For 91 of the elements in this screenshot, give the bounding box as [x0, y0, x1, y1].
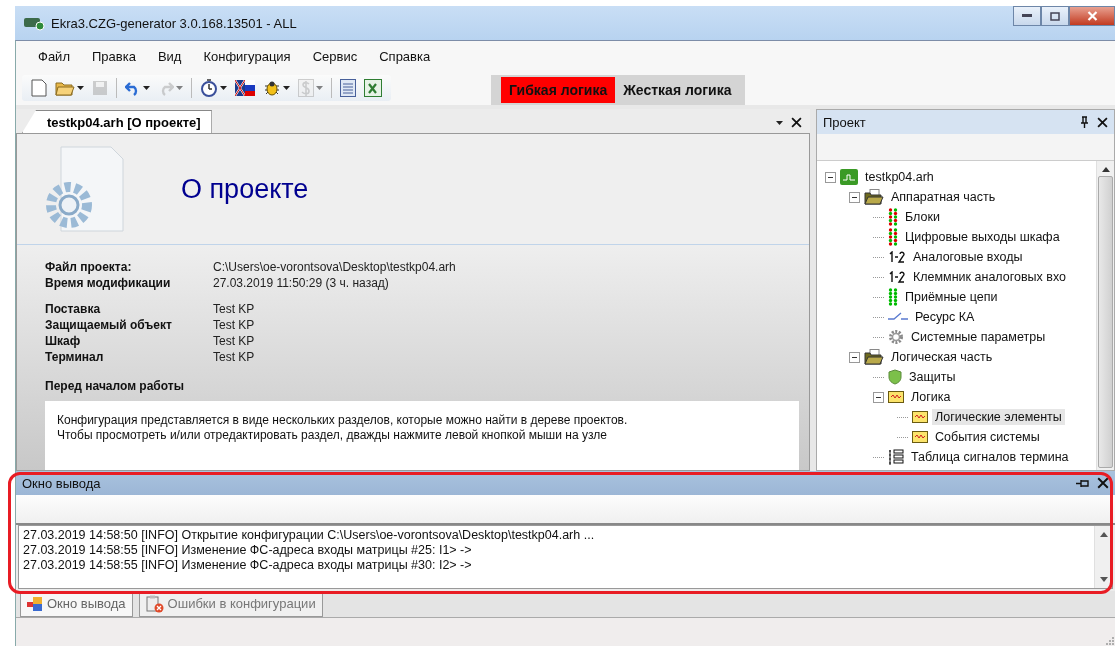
- minimize-button[interactable]: [1013, 6, 1041, 26]
- menu-item[interactable]: Файл: [28, 44, 80, 68]
- folder-icon: [864, 349, 884, 365]
- menu-item[interactable]: Конфигурация: [193, 44, 301, 68]
- folder-icon[interactable]: [55, 80, 75, 96]
- menu-item[interactable]: Вид: [147, 44, 192, 68]
- field-value: Test KP: [213, 317, 256, 333]
- tree-item[interactable]: Защиты: [906, 369, 959, 385]
- tree-item[interactable]: Логическая часть: [888, 349, 996, 365]
- field-label: Защищаемый объект: [45, 317, 173, 333]
- field-label: Файл проекта:: [45, 259, 133, 275]
- board-icon: [840, 169, 858, 185]
- field-value: Test KP: [213, 333, 256, 349]
- led-grid-icon: [888, 228, 898, 246]
- one-two-icon: [888, 271, 906, 283]
- caret-icon[interactable]: [143, 86, 150, 90]
- table-icon: [888, 449, 904, 465]
- app-logo-icon: [23, 15, 45, 31]
- window-title: Ekra3.CZG-generator 3.0.168.13501 - ALL: [51, 15, 297, 31]
- tree-item[interactable]: Логика: [908, 389, 954, 405]
- caret-icon[interactable]: [776, 120, 783, 125]
- tree-item[interactable]: События системы: [932, 429, 1043, 445]
- log-line: 27.03.2019 14:58:50 [INFO] Открытие конфигурации C:\Users\oe-vorontsova\Desktop\testkp04.arh ...: [23, 528, 596, 543]
- stopwatch-icon[interactable]: [200, 79, 218, 97]
- bug-icon[interactable]: [263, 80, 281, 96]
- collapse-toggle[interactable]: [873, 391, 884, 403]
- scroll-down-icon[interactable]: [1099, 577, 1108, 582]
- tree-item[interactable]: Таблица сигналов термина: [908, 449, 1072, 465]
- maximize-button[interactable]: [1041, 6, 1069, 26]
- collapse-toggle[interactable]: [825, 171, 836, 183]
- description-text: Чтобы просмотреть и/или отредактировать раздел, дважды нажмите левой кнопкой мыши на узле: [57, 428, 608, 443]
- led-grid-icon: [888, 288, 898, 306]
- section-title: Перед началом работы: [44, 378, 185, 395]
- field-value: Test KP: [213, 349, 256, 365]
- wave-chip-icon: [888, 391, 904, 403]
- field-label: Терминал: [45, 349, 105, 365]
- field-value: 27.03.2019 11:50:29 (3 ч. назад): [213, 275, 390, 291]
- document-tab[interactable]: testkp04.arh [О проекте]: [22, 110, 212, 133]
- close-icon: [1086, 11, 1098, 21]
- tree-item[interactable]: testkp04.arh: [862, 169, 937, 185]
- scrollbar[interactable]: [1096, 161, 1114, 470]
- page-heading: О проекте: [181, 173, 309, 205]
- tree-item[interactable]: Аппаратная часть: [888, 189, 999, 205]
- field-label: Шкаф: [45, 333, 82, 349]
- tree-item[interactable]: Системные параметры: [908, 329, 1049, 345]
- collapse-toggle[interactable]: [849, 191, 860, 203]
- folder-icon: [864, 189, 884, 205]
- tree-item[interactable]: Аналоговые входы: [910, 249, 1026, 265]
- field-label: Поставка: [45, 301, 102, 317]
- caret-icon[interactable]: [283, 86, 290, 90]
- log-line: 27.03.2019 14:58:55 [INFO] Изменение ФС-адреса входы матрицы #30: I2> ->: [23, 558, 473, 573]
- close-icon[interactable]: [1097, 116, 1108, 128]
- scroll-up-icon[interactable]: [1101, 167, 1110, 172]
- caret-icon[interactable]: [220, 86, 227, 90]
- scroll-up-icon[interactable]: [1099, 532, 1108, 537]
- wave-chip-icon: [912, 411, 928, 423]
- tree-item[interactable]: Клеммник аналоговых вхо: [910, 269, 1070, 285]
- close-button[interactable]: [1069, 6, 1115, 26]
- field-label: Время модификации: [45, 275, 172, 291]
- led-grid-icon: [888, 208, 898, 226]
- shield-icon: [888, 369, 902, 385]
- logic-mode-tab[interactable]: Гибкая логика: [501, 77, 616, 103]
- maximize-icon: [1050, 11, 1060, 21]
- caret-icon[interactable]: [77, 86, 84, 90]
- one-two-icon: [888, 251, 906, 263]
- clipboard-error-icon: [145, 594, 164, 613]
- tree-item[interactable]: Ресурс КА: [912, 309, 978, 325]
- menu-item[interactable]: Правка: [81, 44, 146, 68]
- minimize-icon: [1022, 14, 1032, 18]
- window-blocks-icon: [27, 595, 43, 612]
- field-value: C:\Users\oe-vorontsova\Desktop\testkp04.arh: [213, 259, 457, 275]
- panel-title: Окно вывода: [22, 475, 101, 491]
- panel-title: Проект: [823, 114, 866, 130]
- menu-item[interactable]: Сервис: [302, 44, 368, 68]
- pin-icon[interactable]: [1080, 116, 1089, 128]
- wave-chip-icon: [912, 431, 928, 443]
- field-value: Test KP: [213, 301, 256, 317]
- close-icon[interactable]: [791, 117, 802, 128]
- tree-item[interactable]: Приёмные цепи: [902, 289, 1001, 305]
- switch-icon: [888, 312, 908, 322]
- close-icon[interactable]: [1097, 477, 1109, 489]
- collapse-toggle[interactable]: [849, 351, 860, 363]
- resize-grip-icon[interactable]: [1105, 636, 1115, 646]
- log-line: 27.03.2019 14:58:55 [INFO] Изменение ФС-адреса входы матрицы #25: I1> ->: [23, 543, 473, 558]
- tree-item[interactable]: Логические элементы: [932, 409, 1065, 425]
- pin-icon[interactable]: [1076, 478, 1089, 488]
- tree-item[interactable]: Цифровые выходы шкафа: [902, 229, 1063, 245]
- menu-item[interactable]: Справка: [369, 44, 441, 68]
- gear-icon: [888, 329, 904, 345]
- tree-item[interactable]: Блоки: [902, 209, 943, 225]
- description-text: Конфигурация представляется в виде нескольких разделов, которые можно найти в дереве проектов.: [57, 413, 629, 428]
